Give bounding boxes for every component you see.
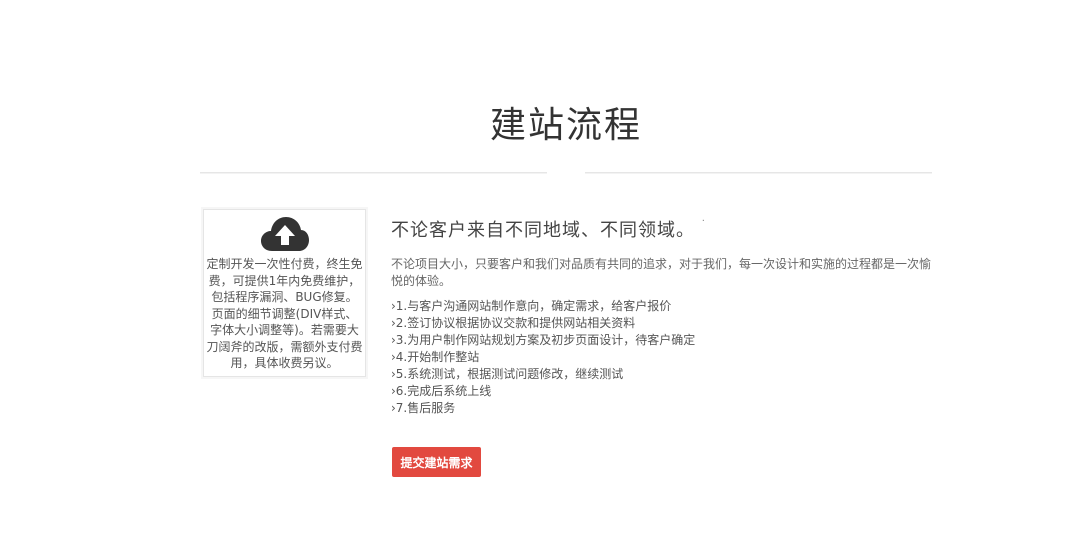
page-title: 建站流程 bbox=[489, 105, 642, 146]
step-item: ›6.完成后系统上线 bbox=[391, 384, 492, 398]
page: 建站流程 定制开发一次性付费，终生免费，可提供1年内免费维护，包括程序漏洞、BU… bbox=[0, 0, 1088, 558]
process-steps: ›1.与客户沟通网站制作意向，确定需求，给客户报价 ›2.签订协议根据协议交款和… bbox=[391, 298, 936, 417]
headline-mark: · bbox=[701, 216, 706, 227]
step-item: ›7.售后服务 bbox=[391, 401, 456, 415]
content-intro: 不论项目大小，只要客户和我们对品质有共同的追求，对于我们，每一次设计和实施的过程… bbox=[391, 257, 932, 288]
step-item: ›2.签订协议根据协议交款和提供网站相关资料 bbox=[391, 316, 636, 330]
submit-request-button[interactable]: 提交建站需求 bbox=[392, 447, 481, 477]
title-divider-right bbox=[585, 172, 932, 174]
cloud-upload-icon bbox=[261, 217, 309, 251]
step-item: ›4.开始制作整站 bbox=[391, 350, 480, 364]
title-divider-left bbox=[200, 172, 547, 174]
step-item: ›1.与客户沟通网站制作意向，确定需求，给客户报价 bbox=[391, 299, 672, 313]
process-content: 不论客户来自不同地域、不同领域。 · 不论项目大小，只要客户和我们对品质有共同的… bbox=[391, 216, 936, 429]
headline-text: 不论客户来自不同地域、不同领域。 bbox=[391, 220, 695, 241]
card-description: 定制开发一次性付费，终生免费，可提供1年内免费维护，包括程序漏洞、BUG修复。页… bbox=[206, 257, 363, 370]
service-card: 定制开发一次性付费，终生免费，可提供1年内免费维护，包括程序漏洞、BUG修复。页… bbox=[203, 209, 366, 377]
step-item: ›5.系统测试，根据测试问题修改，继续测试 bbox=[391, 367, 624, 381]
step-item: ›3.为用户制作网站规划方案及初步页面设计，待客户确定 bbox=[391, 333, 696, 347]
content-headline: 不论客户来自不同地域、不同领域。 · bbox=[391, 216, 936, 242]
